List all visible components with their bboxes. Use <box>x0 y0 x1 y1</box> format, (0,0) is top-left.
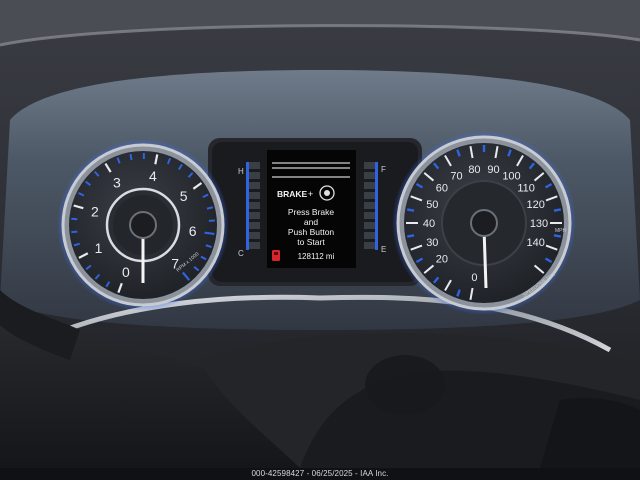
speedo-hub <box>470 209 498 237</box>
image-caption: 000-42598427 - 06/25/2025 - IAA Inc. <box>0 468 640 480</box>
tach-numeral: 2 <box>91 203 99 219</box>
tach-numeral: 5 <box>180 188 188 204</box>
instrument-cluster-photo: H C F E BRAKE + Press Brake and Push But… <box>0 0 640 480</box>
speed-numeral: 30 <box>426 237 438 249</box>
speed-numeral: 60 <box>436 183 448 195</box>
info-display: BRAKE + Press Brake and Push Button to S… <box>267 150 356 268</box>
tach-hub <box>129 211 157 239</box>
message-line-1: Press Brake <box>288 207 335 217</box>
speed-numeral: 100 <box>502 170 520 182</box>
tach-tick <box>71 217 78 221</box>
message-line-4: to Start <box>297 237 325 247</box>
plus-sign: + <box>308 189 313 199</box>
odometer-readout: 128112 mi <box>298 252 335 261</box>
speed-numeral: 90 <box>487 164 499 176</box>
tach-numeral: 0 <box>122 264 130 280</box>
temp-cold-label: C <box>238 249 244 258</box>
speedometer: 020304050607080 90100110120130140 MPH SPE… <box>392 131 576 315</box>
fuel-full-label: F <box>381 165 386 174</box>
message-line-3: Push Button <box>288 227 335 237</box>
speedo-needle <box>482 227 488 289</box>
tach-numeral: 6 <box>189 223 197 239</box>
speed-numeral: 130 <box>530 218 548 230</box>
speed-numeral: 110 <box>517 183 535 195</box>
speed-numeral: 0 <box>471 272 477 284</box>
temp-scale-bar <box>246 162 249 250</box>
speed-numeral: 120 <box>527 199 545 211</box>
brake-label: BRAKE <box>277 189 308 199</box>
speed-numeral: 20 <box>436 253 448 265</box>
fuel-warning-icon <box>272 250 280 261</box>
tach-tick <box>71 230 78 234</box>
tachometer: 0123 4567 RPM x 1000 <box>57 139 229 311</box>
message-line-2: and <box>304 217 318 227</box>
fuel-empty-label: E <box>381 245 386 254</box>
tach-tick <box>129 153 133 161</box>
tach-tick <box>204 231 215 236</box>
fuel-scale-bar <box>375 162 378 250</box>
speed-tick <box>406 208 415 212</box>
speed-tick <box>406 234 415 238</box>
tach-numeral: 1 <box>95 240 103 256</box>
speed-numeral: 70 <box>450 170 462 182</box>
speed-numeral: 50 <box>426 199 438 211</box>
speed-unit-label: MPH <box>555 228 567 234</box>
speed-tick <box>553 208 562 212</box>
speed-numeral: 140 <box>527 237 545 249</box>
tach-numeral: 3 <box>113 174 121 190</box>
tach-numeral: 4 <box>149 168 157 184</box>
speed-tick <box>553 234 562 238</box>
speed-numeral: 80 <box>468 164 480 176</box>
speed-numeral: 40 <box>423 218 435 230</box>
temp-hot-label: H <box>238 167 244 176</box>
